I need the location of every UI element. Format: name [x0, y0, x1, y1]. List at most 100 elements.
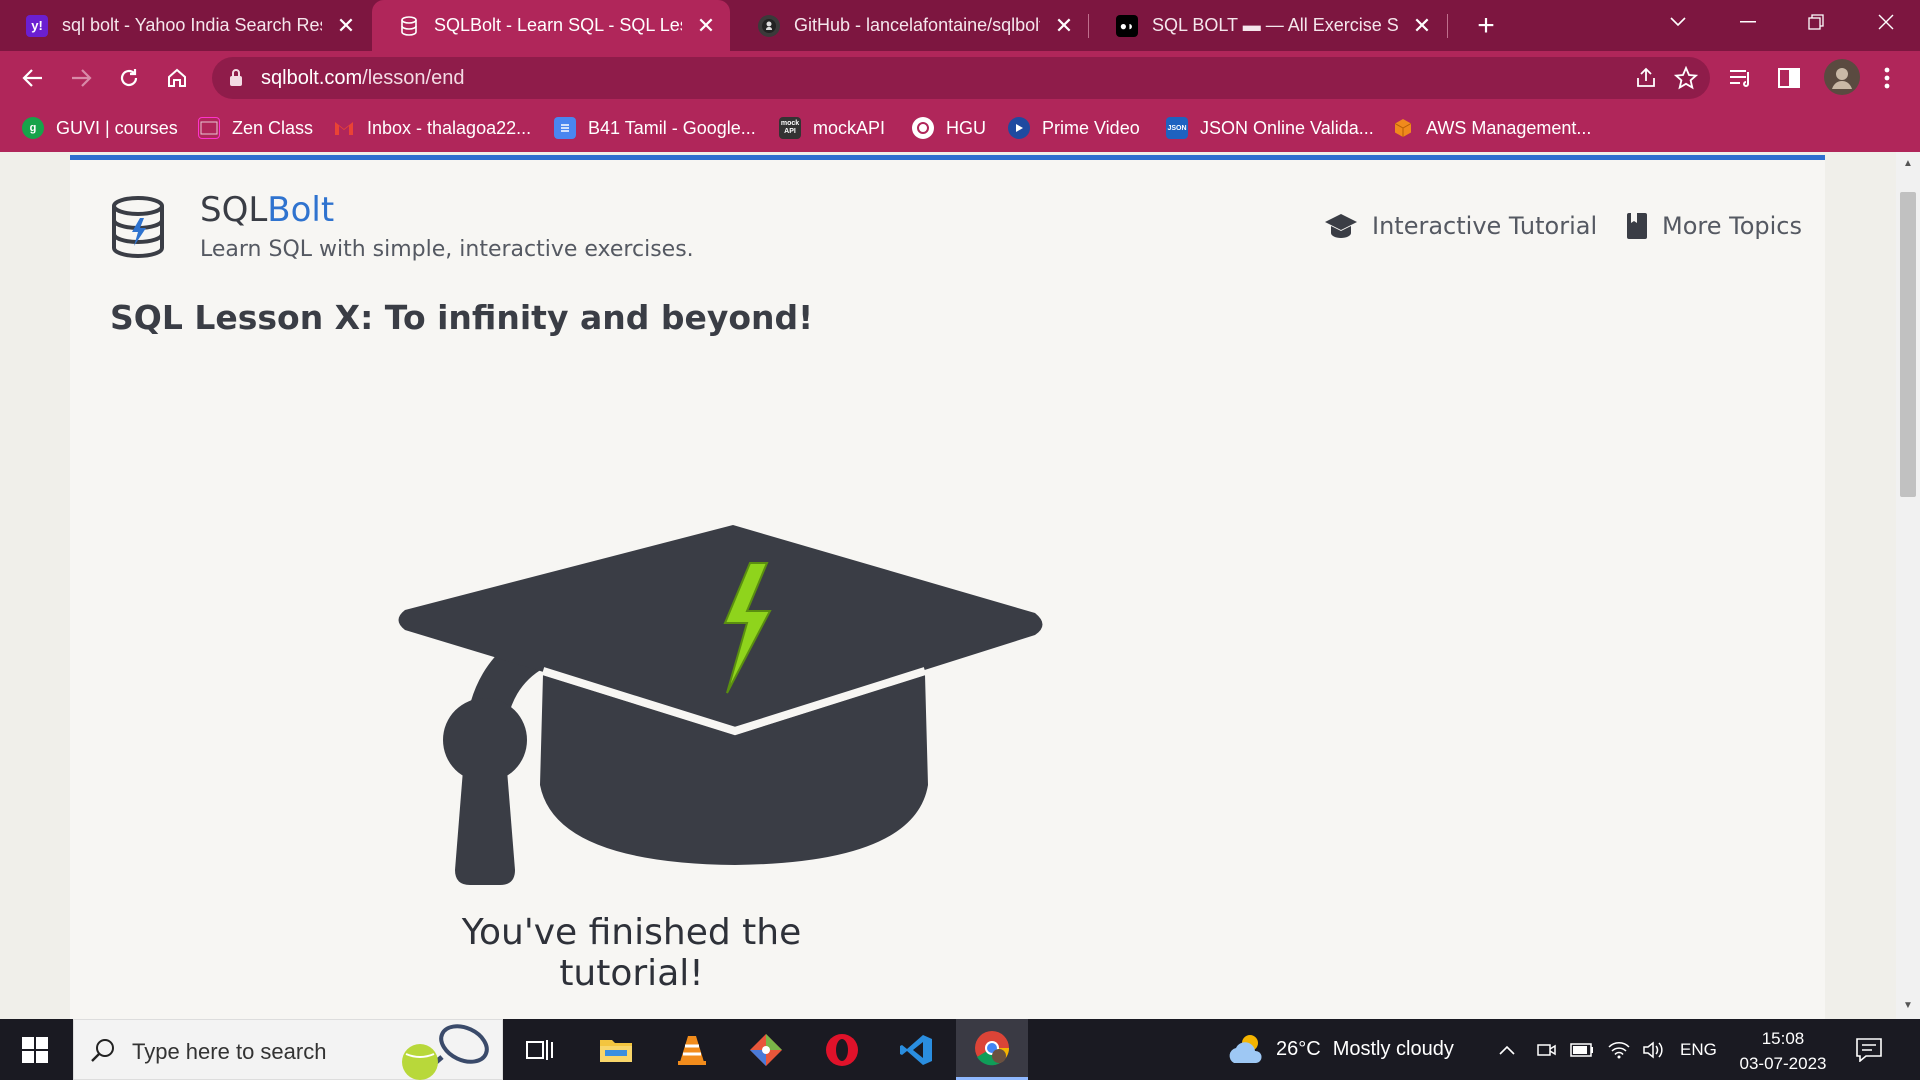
close-icon[interactable]: ✕ [696, 13, 716, 39]
forward-icon[interactable] [62, 59, 100, 97]
home-icon[interactable] [158, 59, 196, 97]
tab-medium[interactable]: ●◗ SQL BOLT ▬ — All Exercise Soluti ✕ [1090, 0, 1446, 51]
bookmark-aws[interactable]: AWS Management... [1392, 114, 1591, 142]
new-tab-button[interactable]: + [1466, 0, 1506, 51]
notifications-icon[interactable] [1856, 1019, 1882, 1080]
battery-icon[interactable] [1570, 1019, 1594, 1080]
zen-class-icon [198, 117, 220, 139]
tab-sqlbolt[interactable]: SQLBolt - Learn SQL - SQL Lesson ✕ [372, 0, 730, 51]
close-window-icon[interactable] [1856, 0, 1916, 44]
weather-widget[interactable]: 26°C Mostly cloudy [1226, 1019, 1454, 1080]
restore-icon[interactable] [1786, 0, 1846, 44]
address-bar[interactable]: sqlbolt.com/lesson/end [212, 57, 1710, 99]
prime-video-icon [1008, 117, 1030, 139]
reading-list-icon[interactable] [1726, 63, 1756, 93]
tab-separator [1088, 14, 1089, 38]
git-icon[interactable] [730, 1019, 802, 1080]
minimize-icon[interactable] [1718, 0, 1778, 44]
mockapi-icon: mock API [779, 117, 801, 139]
clock-time: 15:08 [1761, 1029, 1805, 1048]
search-icon [91, 1039, 114, 1062]
browser-toolbar: sqlbolt.com/lesson/end [0, 51, 1920, 104]
scroll-down-icon[interactable]: ▼ [1902, 1000, 1914, 1012]
language-indicator[interactable]: ENG [1680, 1019, 1717, 1080]
opera-icon[interactable] [806, 1019, 878, 1080]
tab-strip: y! sql bolt - Yahoo India Search Resu ✕ … [0, 0, 1920, 51]
bookmark-star-icon[interactable] [1674, 66, 1698, 90]
task-view-icon[interactable] [504, 1019, 576, 1080]
guvi-icon: g [22, 117, 44, 139]
site-tagline: Learn SQL with simple, interactive exerc… [200, 237, 694, 262]
bookmarks-bar: g GUVI | courses Zen Class Inbox - thala… [0, 104, 1920, 152]
nav-interactive-tutorial[interactable]: Interactive Tutorial [1324, 212, 1597, 240]
bookmark-label: mockAPI [813, 117, 886, 138]
hgu-icon [912, 117, 934, 139]
bookmark-label: GUVI | courses [56, 117, 178, 138]
bookmark-guvi[interactable]: g GUVI | courses [22, 114, 178, 142]
gmail-icon [333, 117, 355, 139]
meet-now-icon[interactable] [1536, 1019, 1556, 1080]
bookmark-label: B41 Tamil - Google... [588, 117, 756, 138]
site-brand[interactable]: SQLBolt [200, 190, 334, 230]
clock-date: 03-07-2023 [1739, 1054, 1827, 1073]
nav-more-topics[interactable]: More Topics [1626, 212, 1802, 240]
github-icon [758, 14, 780, 37]
vlc-icon[interactable] [656, 1019, 728, 1080]
show-hidden-icons-icon[interactable] [1498, 1019, 1516, 1080]
bookmark-label: AWS Management... [1426, 117, 1592, 138]
bookmark-mockapi[interactable]: mock API mockAPI [779, 114, 885, 142]
content-card: SQLBolt Learn SQL with simple, interacti… [70, 155, 1825, 1019]
scroll-up-icon[interactable]: ▲ [1902, 158, 1914, 170]
windows-start-icon[interactable] [0, 1019, 70, 1080]
kebab-menu-icon[interactable] [1872, 63, 1902, 93]
close-icon[interactable]: ✕ [336, 13, 356, 39]
weather-temp: 26°C [1276, 1038, 1321, 1060]
tab-yahoo-search[interactable]: y! sql bolt - Yahoo India Search Resu ✕ [0, 0, 370, 51]
graduation-cap-icon [1325, 214, 1357, 238]
bookmark-b41-tamil[interactable]: B41 Tamil - Google... [554, 114, 756, 142]
profile-avatar[interactable] [1824, 59, 1860, 95]
graduation-cap-illustration [398, 525, 1043, 885]
system-clock[interactable]: 15:08 03-07-2023 [1728, 1026, 1838, 1076]
wifi-icon[interactable] [1608, 1019, 1630, 1080]
sqlbolt-logo-icon[interactable] [110, 196, 166, 258]
tab-search-icon[interactable] [1648, 0, 1708, 44]
tab-github[interactable]: GitHub - lancelafontaine/sqlbolt- ✕ [732, 0, 1088, 51]
bookmark-label: Prime Video [1042, 117, 1140, 138]
cloudy-weather-icon [1229, 1034, 1262, 1063]
close-icon[interactable]: ✕ [1054, 13, 1074, 39]
scrollbar-thumb[interactable] [1900, 192, 1916, 497]
bookmark-label: Inbox - thalagoa22... [367, 117, 532, 138]
bookmark-zen-class[interactable]: Zen Class [198, 114, 313, 142]
share-icon[interactable] [1634, 66, 1658, 90]
close-icon[interactable]: ✕ [1412, 13, 1432, 39]
vscode-icon[interactable] [880, 1019, 952, 1080]
volume-icon[interactable] [1642, 1019, 1664, 1080]
side-panel-icon[interactable] [1774, 63, 1804, 93]
url-text: sqlbolt.com/lesson/end [261, 67, 464, 90]
file-explorer-icon[interactable] [580, 1019, 652, 1080]
json-icon: JSON [1166, 117, 1188, 139]
bookmark-hgu[interactable]: HGU [912, 114, 986, 142]
bookmark-json-validator[interactable]: JSON JSON Online Valida... [1166, 114, 1374, 142]
bookmark-label: Zen Class [232, 117, 314, 138]
weather-condition: Mostly cloudy [1332, 1038, 1454, 1060]
tennis-search-highlight-icon [402, 1024, 489, 1080]
lesson-title: SQL Lesson X: To infinity and beyond! [110, 298, 814, 337]
brand-sql: SQL [200, 190, 268, 230]
bookmark-gmail[interactable]: Inbox - thalagoa22... [333, 114, 531, 142]
database-icon [398, 15, 420, 37]
tab-title: sql bolt - Yahoo India Search Resu [62, 15, 322, 35]
tab-title: SQLBolt - Learn SQL - SQL Lesson [434, 15, 682, 35]
chrome-icon[interactable] [956, 1019, 1028, 1080]
brand-bolt: Bolt [267, 190, 335, 230]
lock-icon [230, 69, 242, 86]
tab-title: GitHub - lancelafontaine/sqlbolt- [794, 15, 1040, 35]
back-icon[interactable] [14, 59, 52, 97]
reload-icon[interactable] [110, 59, 148, 97]
finished-message: You've finished the tutorial! [461, 912, 802, 994]
page-scrollbar[interactable]: ▲ ▼ [1896, 152, 1920, 1019]
bookmark-prime-video[interactable]: Prime Video [1008, 114, 1140, 142]
aws-cube-icon [1392, 117, 1414, 139]
taskbar-search-box[interactable]: Type here to search [73, 1019, 503, 1080]
